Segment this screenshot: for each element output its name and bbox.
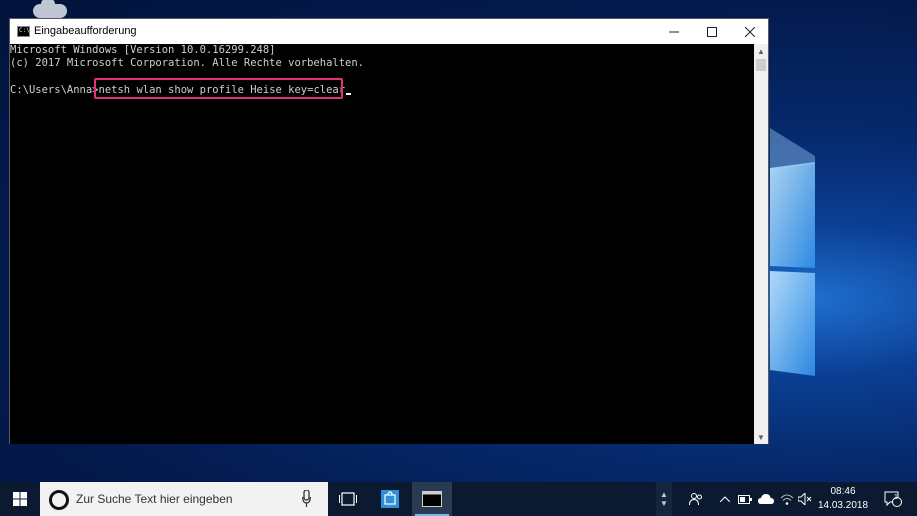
window-title: Eingabeaufforderung: [34, 25, 137, 37]
store-icon: [381, 490, 399, 508]
windows-logo-wallpaper: [770, 128, 815, 376]
wifi-button[interactable]: [778, 482, 796, 516]
task-view-icon: [339, 492, 357, 506]
desktop-icon[interactable]: [33, 0, 67, 18]
scroll-down-icon[interactable]: ▼: [754, 430, 768, 444]
minimize-button[interactable]: [655, 19, 693, 44]
clock-date: 14.03.2018: [817, 500, 869, 511]
prompt: C:\Users\Anna>: [10, 84, 99, 96]
text-cursor: [346, 93, 352, 95]
cmd-icon: [422, 491, 442, 507]
cortana-icon[interactable]: [49, 490, 69, 510]
cloud-icon: [758, 494, 774, 504]
people-button[interactable]: [684, 482, 708, 516]
people-icon: [689, 493, 702, 506]
minimize-icon: [669, 31, 679, 32]
maximize-button[interactable]: [693, 19, 731, 44]
notification-icon: [884, 491, 902, 507]
chevron-up-icon: [720, 496, 730, 502]
scroll-thumb[interactable]: [756, 59, 766, 71]
store-app-button[interactable]: [372, 482, 408, 516]
taskbar: Zur Suche Text hier eingeben ▲ ▼ 08:46 1…: [0, 482, 917, 516]
wifi-icon: [780, 494, 794, 505]
microphone-icon[interactable]: [302, 490, 311, 508]
title-bar[interactable]: C:\ Eingabeaufforderung: [10, 19, 768, 44]
windows-start-icon: [13, 492, 27, 506]
volume-muted-icon: [798, 493, 812, 505]
taskbar-scroll[interactable]: ▲ ▼: [656, 482, 672, 516]
clock-time: 08:46: [830, 486, 856, 497]
search-placeholder: Zur Suche Text hier eingeben: [76, 492, 233, 506]
notification-count: 1: [894, 494, 898, 501]
chevron-up-icon[interactable]: ▲: [660, 490, 668, 499]
command-highlight-box: [94, 78, 343, 99]
console-output[interactable]: Microsoft Windows [Version 10.0.16299.24…: [10, 44, 755, 444]
search-box[interactable]: Zur Suche Text hier eingeben: [40, 482, 328, 516]
cmd-window[interactable]: C:\ Eingabeaufforderung Microsoft Window…: [9, 18, 769, 444]
action-center-button[interactable]: 1: [878, 482, 908, 516]
start-button[interactable]: [0, 482, 40, 516]
clock[interactable]: 08:46 14.03.2018: [812, 485, 874, 513]
console-line: (c) 2017 Microsoft Corporation. Alle Rec…: [10, 57, 365, 69]
cmd-icon[interactable]: C:\: [17, 26, 30, 37]
chevron-down-icon[interactable]: ▼: [660, 499, 668, 508]
battery-icon: [738, 494, 752, 504]
maximize-icon: [707, 26, 717, 37]
scroll-up-icon[interactable]: ▲: [754, 44, 768, 58]
cmd-taskbar-button[interactable]: [412, 482, 452, 516]
show-hidden-icons-button[interactable]: [716, 482, 734, 516]
task-view-button[interactable]: [330, 482, 366, 516]
close-icon: [745, 26, 755, 37]
onedrive-button[interactable]: [756, 482, 776, 516]
console-line: Microsoft Windows [Version 10.0.16299.24…: [10, 44, 276, 56]
battery-button[interactable]: [736, 482, 754, 516]
vertical-scrollbar[interactable]: ▲ ▼: [754, 44, 768, 444]
close-button[interactable]: [731, 19, 769, 44]
